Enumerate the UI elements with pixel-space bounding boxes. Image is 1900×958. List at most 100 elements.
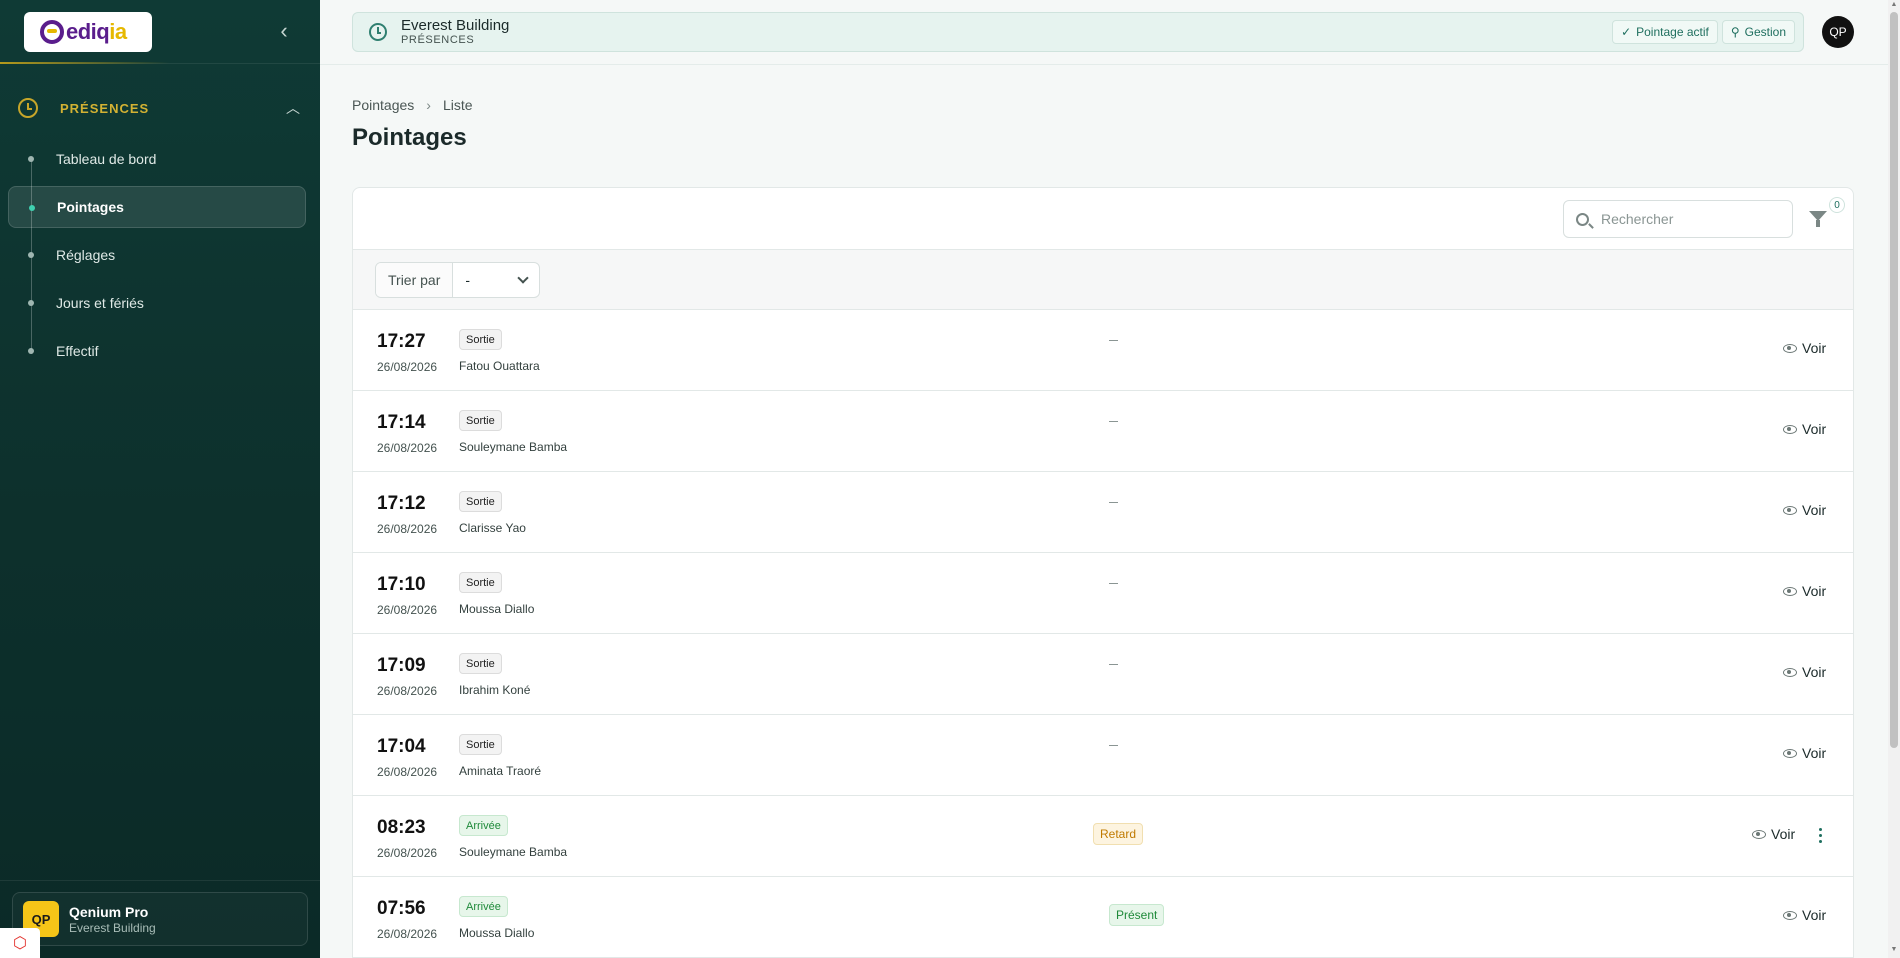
user-card[interactable]: QP Qenium Pro Everest Building bbox=[12, 892, 308, 946]
row-date: 26/08/2026 bbox=[377, 765, 438, 779]
collapse-sidebar-button[interactable]: ‹ bbox=[272, 20, 296, 44]
row-date: 26/08/2026 bbox=[377, 603, 438, 617]
row-date: 26/08/2026 bbox=[377, 441, 438, 455]
row-person: Ibrahim Koné bbox=[459, 683, 531, 697]
sort-select[interactable]: - bbox=[453, 263, 539, 297]
status-empty bbox=[1109, 340, 1118, 341]
row-date: 26/08/2026 bbox=[377, 927, 438, 941]
eye-icon bbox=[1783, 505, 1797, 515]
check-circle-icon: ✓ bbox=[1621, 25, 1632, 39]
search-input[interactable] bbox=[1601, 211, 1781, 227]
table-row[interactable]: 17:14 26/08/2026 Sortie Souleymane Bamba… bbox=[353, 391, 1853, 472]
filter-button[interactable] bbox=[1807, 208, 1829, 230]
row-time: 17:10 bbox=[377, 574, 426, 595]
sort-value: - bbox=[465, 272, 471, 288]
type-badge: Sortie bbox=[459, 734, 502, 755]
row-date: 26/08/2026 bbox=[377, 360, 438, 374]
nav-dot bbox=[28, 348, 34, 354]
row-time: 17:27 bbox=[377, 331, 426, 352]
breadcrumb-liste: Liste bbox=[442, 97, 473, 113]
search-box[interactable] bbox=[1563, 200, 1793, 238]
eye-icon bbox=[1752, 829, 1766, 839]
logo-bar: ediqia ‹ bbox=[0, 0, 320, 64]
row-time: 17:14 bbox=[377, 412, 426, 433]
sidebar-item-jours-et-feries[interactable]: Jours et fériés bbox=[8, 282, 306, 324]
view-button[interactable]: Voir bbox=[1783, 583, 1826, 599]
page-title: Pointages bbox=[352, 124, 467, 151]
scroll-thumb[interactable] bbox=[1890, 12, 1898, 748]
clock-icon bbox=[369, 23, 387, 41]
type-badge: Sortie bbox=[459, 572, 502, 593]
view-label: Voir bbox=[1771, 826, 1796, 842]
status-badge: Présent bbox=[1109, 904, 1165, 926]
nav-dot bbox=[29, 205, 35, 211]
sidebar-item-tableau-de-bord[interactable]: Tableau de bord bbox=[8, 138, 306, 180]
type-badge: Sortie bbox=[459, 410, 502, 431]
eye-icon bbox=[1783, 667, 1797, 677]
table-row[interactable]: 17:10 26/08/2026 Sortie Moussa Diallo Vo… bbox=[353, 553, 1853, 634]
eye-icon bbox=[1783, 586, 1797, 596]
row-time: 17:09 bbox=[377, 655, 426, 676]
row-person: Souleymane Bamba bbox=[459, 440, 568, 454]
status-badge: Retard bbox=[1093, 823, 1144, 845]
table-row[interactable]: 17:27 26/08/2026 Sortie Fatou Ouattara V… bbox=[353, 310, 1853, 391]
user-avatar-button[interactable]: QP bbox=[1822, 16, 1854, 48]
page-scrollbar[interactable]: ▲ ▼ bbox=[1888, 0, 1900, 958]
view-button[interactable]: Voir bbox=[1783, 340, 1826, 356]
view-label: Voir bbox=[1802, 502, 1827, 518]
sidebar-item-reglages[interactable]: Réglages bbox=[8, 234, 306, 276]
status-empty bbox=[1109, 421, 1118, 422]
debug-toolbar-icon[interactable]: ⬡ bbox=[0, 928, 40, 958]
table-row[interactable]: 08:23 26/08/2026 Arrivée Souleymane Bamb… bbox=[353, 796, 1853, 877]
table-row[interactable]: 17:12 26/08/2026 Sortie Clarisse Yao Voi… bbox=[353, 472, 1853, 553]
row-time: 17:04 bbox=[377, 736, 426, 757]
sidebar-item-label: Jours et fériés bbox=[56, 295, 144, 311]
view-button[interactable]: Voir bbox=[1783, 421, 1826, 437]
row-person: Souleymane Bamba bbox=[459, 845, 568, 859]
pointage-actif-button[interactable]: ✓ Pointage actif bbox=[1612, 20, 1718, 44]
section-presences[interactable]: PRÉSENCES ︿ bbox=[18, 96, 308, 120]
nav-dot bbox=[28, 252, 34, 258]
table-row[interactable]: 17:04 26/08/2026 Sortie Aminata Traoré V… bbox=[353, 715, 1853, 796]
sidebar-item-pointages[interactable]: Pointages bbox=[8, 186, 306, 228]
divider bbox=[0, 880, 320, 881]
view-button[interactable]: Voir bbox=[1783, 664, 1826, 680]
row-date: 26/08/2026 bbox=[377, 846, 438, 860]
view-button[interactable]: Voir bbox=[1783, 502, 1826, 518]
view-button[interactable]: Voir bbox=[1752, 826, 1795, 842]
eye-icon bbox=[1783, 910, 1797, 920]
status-empty bbox=[1109, 664, 1118, 665]
table-row[interactable]: 07:56 26/08/2026 Arrivée Moussa Diallo P… bbox=[353, 877, 1853, 958]
view-label: Voir bbox=[1802, 745, 1827, 761]
view-button[interactable]: Voir bbox=[1783, 745, 1826, 761]
breadcrumb-pointages[interactable]: Pointages bbox=[352, 97, 414, 113]
row-date: 26/08/2026 bbox=[377, 684, 438, 698]
row-person: Clarisse Yao bbox=[459, 521, 526, 535]
view-label: Voir bbox=[1802, 664, 1827, 680]
clock-icon bbox=[18, 98, 38, 118]
sort-group: Trier par - bbox=[375, 262, 541, 298]
row-person: Aminata Traoré bbox=[459, 764, 542, 778]
sidebar: ediqia ‹ PRÉSENCES ︿ Tableau de bord Poi… bbox=[0, 0, 320, 958]
type-badge: Sortie bbox=[459, 653, 502, 674]
scroll-up-icon[interactable]: ▲ bbox=[1890, 1, 1898, 8]
gestion-label: Gestion bbox=[1744, 25, 1786, 39]
sidebar-item-effectif[interactable]: Effectif bbox=[8, 330, 306, 372]
type-badge: Arrivée bbox=[459, 815, 508, 836]
logo[interactable]: ediqia bbox=[24, 12, 152, 52]
view-button[interactable]: Voir bbox=[1783, 907, 1826, 923]
eye-icon bbox=[1783, 343, 1797, 353]
row-time: 17:12 bbox=[377, 493, 426, 514]
scroll-down-icon[interactable]: ▼ bbox=[1890, 946, 1898, 953]
row-time: 08:23 bbox=[377, 817, 426, 838]
type-badge: Arrivée bbox=[459, 896, 508, 917]
row-time: 07:56 bbox=[377, 898, 426, 919]
status-empty bbox=[1109, 745, 1118, 746]
gestion-button[interactable]: ⚲ Gestion bbox=[1721, 20, 1795, 44]
user-name: Qenium Pro bbox=[69, 903, 149, 920]
table-row[interactable]: 17:09 26/08/2026 Sortie Ibrahim Koné Voi… bbox=[353, 634, 1853, 715]
status-empty bbox=[1109, 583, 1118, 584]
more-options-icon[interactable] bbox=[1817, 828, 1823, 846]
filter-count-badge: 0 bbox=[1829, 197, 1845, 213]
wrench-icon: ⚲ bbox=[1730, 25, 1740, 39]
